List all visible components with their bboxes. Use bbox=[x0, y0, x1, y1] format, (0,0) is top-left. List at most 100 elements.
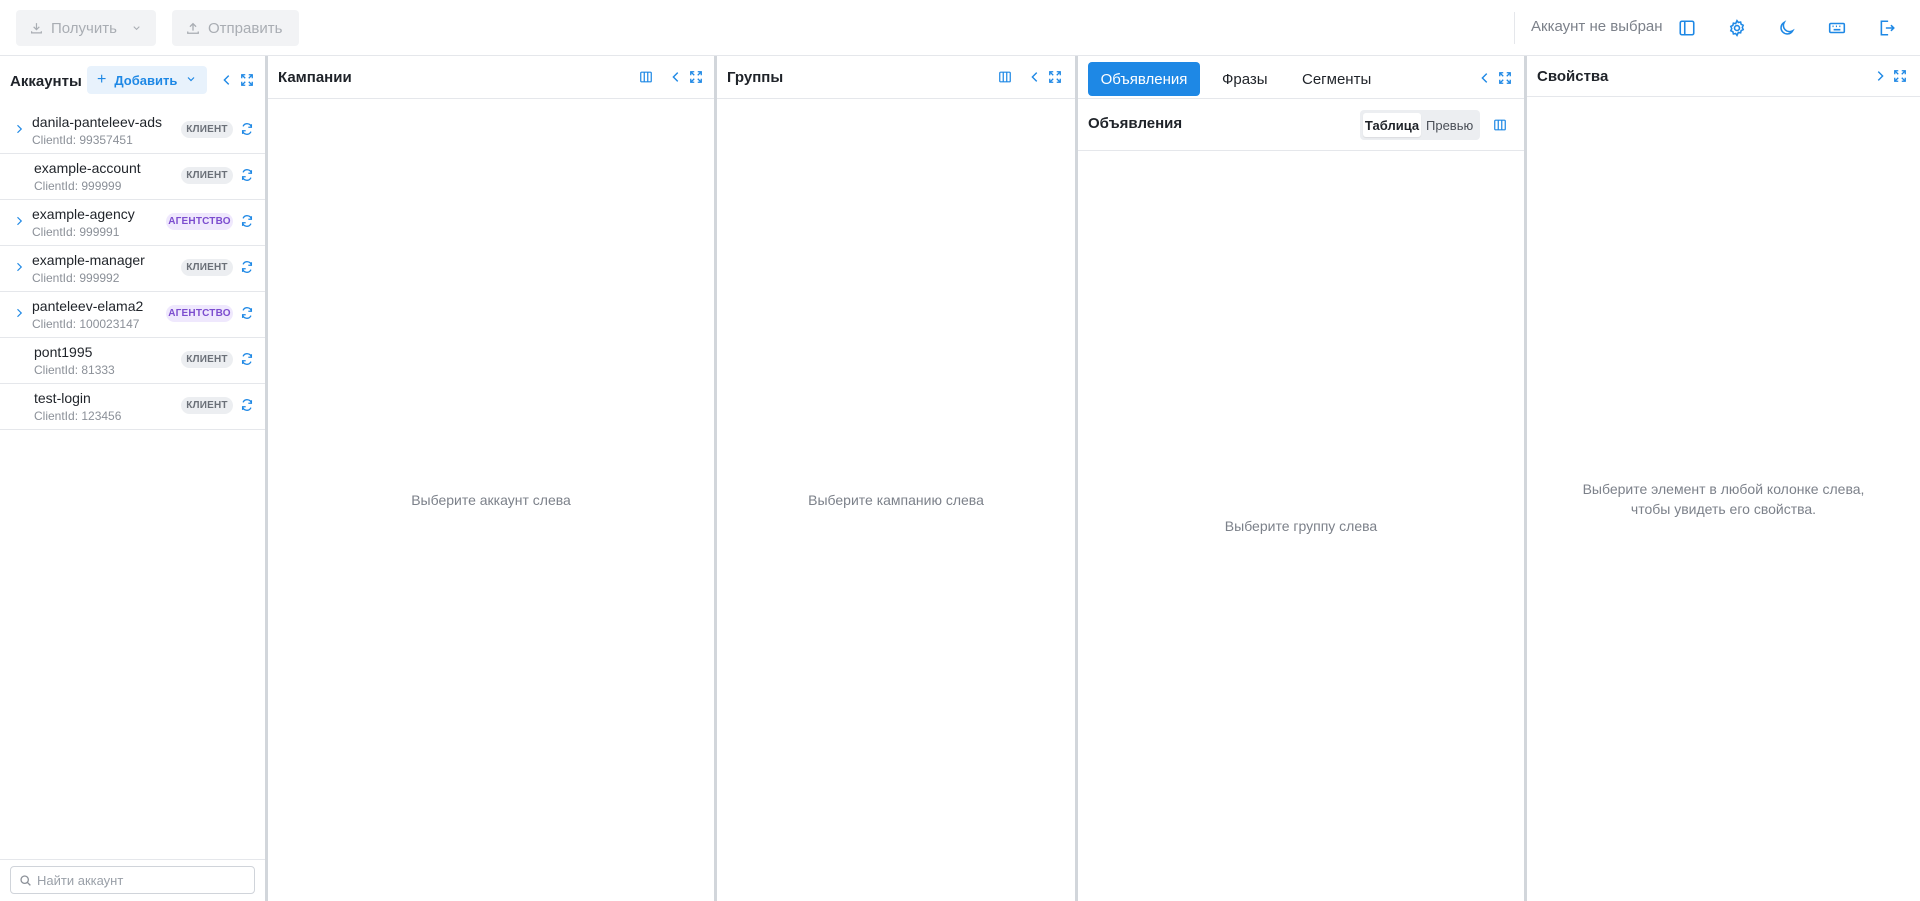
properties-empty-text-2: чтобы увидеть его свойства. bbox=[1630, 501, 1817, 517]
gear-icon[interactable] bbox=[1726, 17, 1748, 39]
status-badge: АГЕНТСТВО bbox=[166, 213, 233, 230]
groups-empty-text: Выберите кампанию слева bbox=[808, 492, 984, 508]
collapse-left-icon[interactable] bbox=[1027, 69, 1043, 85]
list-item[interactable]: pont1995 ClientId: 81333 КЛИЕНТ bbox=[0, 338, 265, 384]
properties-empty-text-1: Выберите элемент в любой колонке слева, bbox=[1582, 481, 1865, 497]
account-status: Аккаунт не выбран bbox=[1531, 18, 1663, 35]
groups-panel: Группы Выберите кампанию слева bbox=[717, 56, 1075, 901]
account-name: panteleev-elama2 bbox=[32, 298, 144, 314]
ads-empty-text: Выберите группу слева bbox=[1224, 518, 1378, 534]
send-button-label: Отправить bbox=[208, 19, 283, 37]
status-badge: КЛИЕНТ bbox=[181, 351, 233, 368]
chevron-right-icon[interactable] bbox=[13, 215, 25, 227]
upload-icon bbox=[187, 22, 199, 34]
chevron-right-icon[interactable] bbox=[13, 307, 25, 319]
account-client-id: ClientId: 100023147 bbox=[32, 317, 140, 331]
properties-panel: Свойства Выберите элемент в любой колонк… bbox=[1527, 56, 1920, 901]
campaigns-header: Кампании bbox=[268, 56, 714, 99]
account-client-id: ClientId: 99357451 bbox=[32, 133, 133, 147]
properties-header: Свойства bbox=[1527, 56, 1920, 97]
search-icon bbox=[20, 875, 31, 886]
accounts-panel: Аккаунты + Добавить danila-panteleev-ads… bbox=[0, 56, 265, 901]
account-client-id: ClientId: 123456 bbox=[34, 409, 122, 423]
list-item[interactable]: danila-panteleev-ads ClientId: 99357451 … bbox=[0, 108, 265, 154]
expand-icon[interactable] bbox=[1497, 70, 1513, 86]
expand-icon[interactable] bbox=[688, 69, 704, 85]
add-account-label: Добавить bbox=[114, 72, 178, 88]
campaigns-title: Кампании bbox=[278, 69, 352, 86]
account-name: example-account bbox=[34, 160, 141, 176]
account-name: danila-panteleev-ads bbox=[32, 114, 162, 130]
view-preview-button[interactable]: Превью bbox=[1426, 118, 1473, 133]
chevron-down-icon bbox=[187, 77, 195, 82]
status-badge: КЛИЕНТ bbox=[181, 167, 233, 184]
collapse-left-icon[interactable] bbox=[1477, 70, 1493, 86]
list-item[interactable]: test-login ClientId: 123456 КЛИЕНТ bbox=[0, 384, 265, 430]
account-client-id: ClientId: 999992 bbox=[32, 271, 120, 285]
status-badge: АГЕНТСТВО bbox=[166, 305, 233, 322]
chevron-right-icon[interactable] bbox=[13, 123, 25, 135]
view-table-button[interactable]: Таблица bbox=[1363, 113, 1421, 137]
chevron-right-icon[interactable] bbox=[13, 261, 25, 273]
columns-icon[interactable] bbox=[638, 69, 654, 85]
list-item[interactable]: panteleev-elama2 ClientId: 100023147 АГЕ… bbox=[0, 292, 265, 338]
list-item[interactable]: example-account ClientId: 999999 КЛИЕНТ bbox=[0, 154, 265, 200]
properties-title: Свойства bbox=[1537, 68, 1609, 85]
account-search-field[interactable]: Найти аккаунт bbox=[10, 866, 255, 894]
logout-icon[interactable] bbox=[1876, 17, 1898, 39]
sidebar-toggle-icon[interactable] bbox=[1676, 17, 1698, 39]
list-item[interactable]: example-agency ClientId: 999991 АГЕНТСТВ… bbox=[0, 200, 265, 246]
send-button[interactable]: Отправить bbox=[172, 10, 299, 46]
account-name: test-login bbox=[34, 390, 91, 406]
sync-icon[interactable] bbox=[240, 214, 254, 228]
campaigns-empty-text: Выберите аккаунт слева bbox=[411, 492, 571, 508]
tab-phrases[interactable]: Фразы bbox=[1222, 71, 1268, 88]
collapse-left-icon[interactable] bbox=[668, 69, 684, 85]
groups-header: Группы bbox=[717, 56, 1075, 99]
keyboard-icon[interactable] bbox=[1826, 17, 1848, 39]
campaigns-panel: Кампании Выберите аккаунт слева bbox=[268, 56, 714, 901]
moon-icon[interactable] bbox=[1776, 17, 1798, 39]
sync-icon[interactable] bbox=[240, 398, 254, 412]
sync-icon[interactable] bbox=[240, 122, 254, 136]
accounts-list: danila-panteleev-ads ClientId: 99357451 … bbox=[0, 108, 265, 430]
download-icon bbox=[31, 23, 42, 34]
account-name: example-agency bbox=[32, 206, 135, 222]
get-button[interactable]: Получить bbox=[16, 10, 156, 46]
ads-subheader: Объявления Таблица Превью bbox=[1078, 99, 1524, 151]
ads-panel: Объявления Фразы Сегменты Объявления Таб… bbox=[1078, 56, 1524, 901]
status-badge: КЛИЕНТ bbox=[181, 259, 233, 276]
status-badge: КЛИЕНТ bbox=[181, 397, 233, 414]
sync-icon[interactable] bbox=[240, 306, 254, 320]
tab-ads[interactable]: Объявления bbox=[1088, 62, 1200, 96]
account-name: pont1995 bbox=[34, 344, 93, 360]
ads-tabs-header: Объявления Фразы Сегменты bbox=[1078, 56, 1524, 99]
status-badge: КЛИЕНТ bbox=[181, 121, 233, 138]
columns-icon[interactable] bbox=[997, 69, 1013, 85]
add-account-button[interactable]: + Добавить bbox=[87, 66, 207, 94]
plus-icon: + bbox=[97, 71, 107, 88]
columns-icon[interactable] bbox=[1492, 117, 1508, 133]
toolbar-divider bbox=[1514, 12, 1515, 44]
collapse-right-icon[interactable] bbox=[1872, 68, 1888, 84]
sync-icon[interactable] bbox=[240, 352, 254, 366]
groups-title: Группы bbox=[727, 69, 784, 86]
expand-icon[interactable] bbox=[1892, 68, 1908, 84]
collapse-left-icon[interactable] bbox=[219, 72, 235, 88]
sync-icon[interactable] bbox=[240, 168, 254, 182]
account-client-id: ClientId: 999991 bbox=[32, 225, 120, 239]
account-name: example-manager bbox=[32, 252, 145, 268]
account-client-id: ClientId: 81333 bbox=[34, 363, 115, 377]
chevron-down-icon bbox=[133, 26, 140, 31]
accounts-title: Аккаунты bbox=[10, 73, 82, 90]
search-placeholder: Найти аккаунт bbox=[37, 872, 124, 888]
account-client-id: ClientId: 999999 bbox=[34, 179, 122, 193]
list-item[interactable]: example-manager ClientId: 999992 КЛИЕНТ bbox=[0, 246, 265, 292]
expand-icon[interactable] bbox=[1047, 69, 1063, 85]
tab-segments[interactable]: Сегменты bbox=[1302, 71, 1371, 88]
sync-icon[interactable] bbox=[240, 260, 254, 274]
top-toolbar: Получить Отправить Аккаунт не выбран bbox=[0, 0, 1920, 56]
search-divider bbox=[0, 859, 265, 860]
get-button-label: Получить bbox=[50, 19, 117, 37]
expand-icon[interactable] bbox=[239, 72, 255, 88]
